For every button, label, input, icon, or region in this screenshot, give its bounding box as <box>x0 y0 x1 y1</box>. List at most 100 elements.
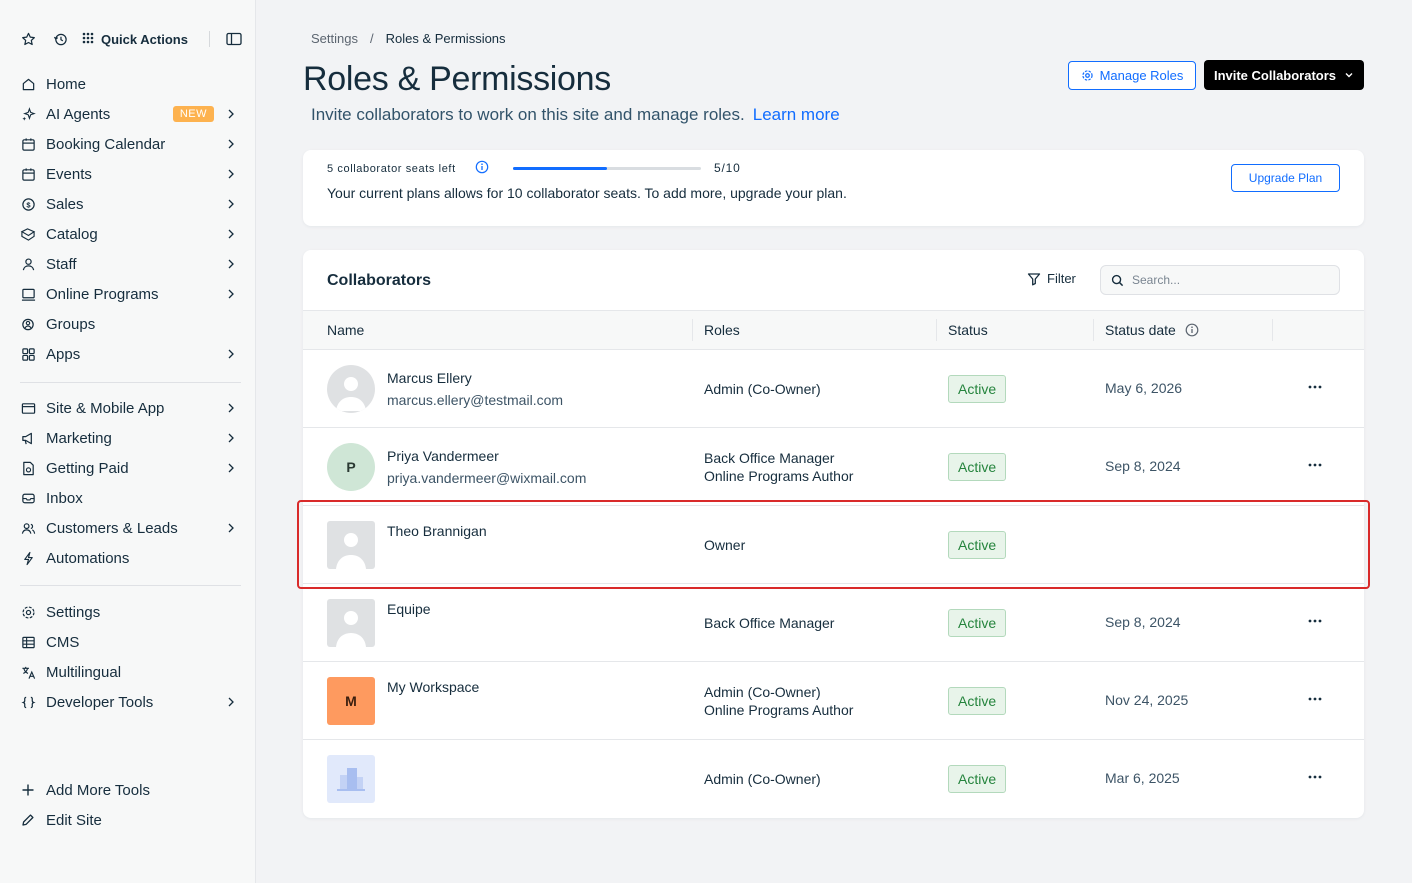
chevron-right-icon <box>228 463 234 473</box>
sidebar-item-label: AI Agents <box>46 105 111 123</box>
page-subtitle: Invite collaborators to work on this sit… <box>311 105 840 125</box>
column-resizer[interactable] <box>692 319 693 341</box>
sidebar-item-sales[interactable]: $ Sales <box>20 190 242 218</box>
table-row[interactable]: Marcus Ellery marcus.ellery@testmail.com… <box>303 350 1364 428</box>
column-header-status-date[interactable]: Status date <box>1105 311 1199 349</box>
sidebar-item-label: Groups <box>46 315 96 333</box>
more-actions-button[interactable] <box>1306 768 1324 786</box>
new-badge: NEW <box>172 106 214 122</box>
collapse-sidebar-icon[interactable] <box>226 31 242 47</box>
sidebar-item-staff[interactable]: Staff <box>20 250 242 278</box>
more-actions-button[interactable] <box>1306 456 1324 474</box>
grid-icon <box>82 32 94 47</box>
home-icon <box>20 76 36 92</box>
subtitle-text: Invite collaborators to work on this sit… <box>311 105 745 124</box>
status-badge: Active <box>948 531 1007 559</box>
sidebar-item-customers-leads[interactable]: Customers & Leads <box>20 514 242 542</box>
column-header-name[interactable]: Name <box>327 311 364 349</box>
info-icon[interactable] <box>475 160 489 174</box>
breadcrumb-parent[interactable]: Settings <box>311 31 358 46</box>
more-actions-button[interactable] <box>1306 690 1324 708</box>
sidebar-item-getting-paid[interactable]: Getting Paid <box>20 454 242 482</box>
filter-button[interactable]: Filter <box>1027 271 1076 286</box>
ellipsis-icon <box>1308 697 1322 701</box>
sidebar-item-inbox[interactable]: Inbox <box>20 484 242 512</box>
column-header-status[interactable]: Status <box>948 311 988 349</box>
sidebar-item-marketing[interactable]: Marketing <box>20 424 242 452</box>
column-header-roles[interactable]: Roles <box>704 311 740 349</box>
sidebar-item-groups[interactable]: Groups <box>20 310 242 338</box>
plus-icon <box>20 782 36 798</box>
sidebar-item-add-more-tools[interactable]: Add More Tools <box>20 776 242 804</box>
sidebar-item-label: Multilingual <box>46 663 122 681</box>
role-label: Owner <box>704 537 746 553</box>
role-label: Admin (Co-Owner) <box>704 381 821 397</box>
sidebar-item-catalog[interactable]: Catalog <box>20 220 242 248</box>
status-date: Sep 8, 2024 <box>1105 614 1181 630</box>
sidebar-item-booking-calendar[interactable]: Booking Calendar <box>20 130 242 158</box>
sidebar-item-edit-site[interactable]: Edit Site <box>20 806 242 834</box>
chevron-right-icon <box>228 139 234 149</box>
invite-collaborators-button[interactable]: Invite Collaborators <box>1204 60 1364 90</box>
sidebar-item-home[interactable]: Home <box>20 70 242 98</box>
sidebar-item-ai-agents[interactable]: AI Agents NEW <box>20 100 242 128</box>
collaborator-name: My Workspace <box>387 679 480 695</box>
collaborator-roles: Owner <box>704 536 745 554</box>
search-input[interactable] <box>1132 273 1322 287</box>
table-row[interactable]: Equipe Back Office Manager Active Sep 8,… <box>303 584 1364 662</box>
sidebar-item-label: CMS <box>46 633 80 651</box>
customers-icon <box>20 520 36 536</box>
sidebar-item-cms[interactable]: CMS <box>20 628 242 656</box>
divider <box>209 31 210 47</box>
sidebar-item-label: Booking Calendar <box>46 135 166 153</box>
chevron-right-icon <box>228 229 234 239</box>
filter-label: Filter <box>1047 271 1076 286</box>
status-badge: Active <box>948 609 1007 637</box>
info-icon[interactable] <box>1185 323 1199 337</box>
learn-more-link[interactable]: Learn more <box>753 105 840 124</box>
sidebar-item-events[interactable]: Events <box>20 160 242 188</box>
seats-progress-bar <box>513 167 701 170</box>
status-date: Mar 6, 2025 <box>1105 770 1180 786</box>
star-icon[interactable] <box>20 31 36 47</box>
history-icon[interactable] <box>52 31 68 47</box>
table-row[interactable]: Admin (Co-Owner) Active Mar 6, 2025 <box>303 740 1364 818</box>
groups-icon <box>20 316 36 332</box>
status-date: May 6, 2026 <box>1105 380 1183 396</box>
table-row[interactable]: M My Workspace Admin (Co-Owner) Online P… <box>303 662 1364 740</box>
sidebar-item-apps[interactable]: Apps <box>20 340 242 368</box>
sidebar-item-multilingual[interactable]: Multilingual <box>20 658 242 686</box>
more-actions-button[interactable] <box>1306 612 1324 630</box>
sidebar: Quick Actions Home AI Agents NEW Booking… <box>0 0 256 883</box>
chevron-down-icon <box>1345 73 1353 78</box>
sidebar-item-automations[interactable]: Automations <box>20 544 242 572</box>
sidebar-item-online-programs[interactable]: Online Programs <box>20 280 242 308</box>
calendar-icon <box>20 136 36 152</box>
more-actions-button[interactable] <box>1306 378 1324 396</box>
avatar: P <box>327 443 375 491</box>
column-resizer[interactable] <box>1093 319 1094 341</box>
sidebar-item-site-mobile-app[interactable]: Site & Mobile App <box>20 394 242 422</box>
role-label: Admin (Co-Owner) <box>704 771 821 787</box>
sidebar-item-label: Online Programs <box>46 285 159 303</box>
quick-actions-button[interactable]: Quick Actions <box>82 32 188 47</box>
collaborator-roles: Admin (Co-Owner) <box>704 770 821 788</box>
table-row[interactable]: Theo Brannigan Owner Active <box>303 506 1364 584</box>
sidebar-item-developer-tools[interactable]: Developer Tools <box>20 688 242 716</box>
ellipsis-icon <box>1308 775 1322 779</box>
avatar <box>327 365 375 413</box>
avatar <box>327 755 375 803</box>
seats-card: 5 collaborator seats left 5/10 Your curr… <box>303 150 1364 226</box>
page-title: Roles & Permissions <box>303 60 611 98</box>
column-resizer[interactable] <box>936 319 937 341</box>
sidebar-item-settings[interactable]: Settings <box>20 598 242 626</box>
table-row[interactable]: P Priya Vandermeer priya.vandermeer@wixm… <box>303 428 1364 506</box>
sidebar-item-label: Settings <box>46 603 101 621</box>
chevron-right-icon <box>228 403 234 413</box>
table-header: Name Roles Status Status date <box>303 310 1364 350</box>
chevron-right-icon <box>228 199 234 209</box>
upgrade-plan-button[interactable]: Upgrade Plan <box>1231 164 1340 192</box>
column-resizer[interactable] <box>1272 319 1273 341</box>
manage-roles-button[interactable]: Manage Roles <box>1068 61 1196 90</box>
gear-icon <box>1081 70 1093 81</box>
